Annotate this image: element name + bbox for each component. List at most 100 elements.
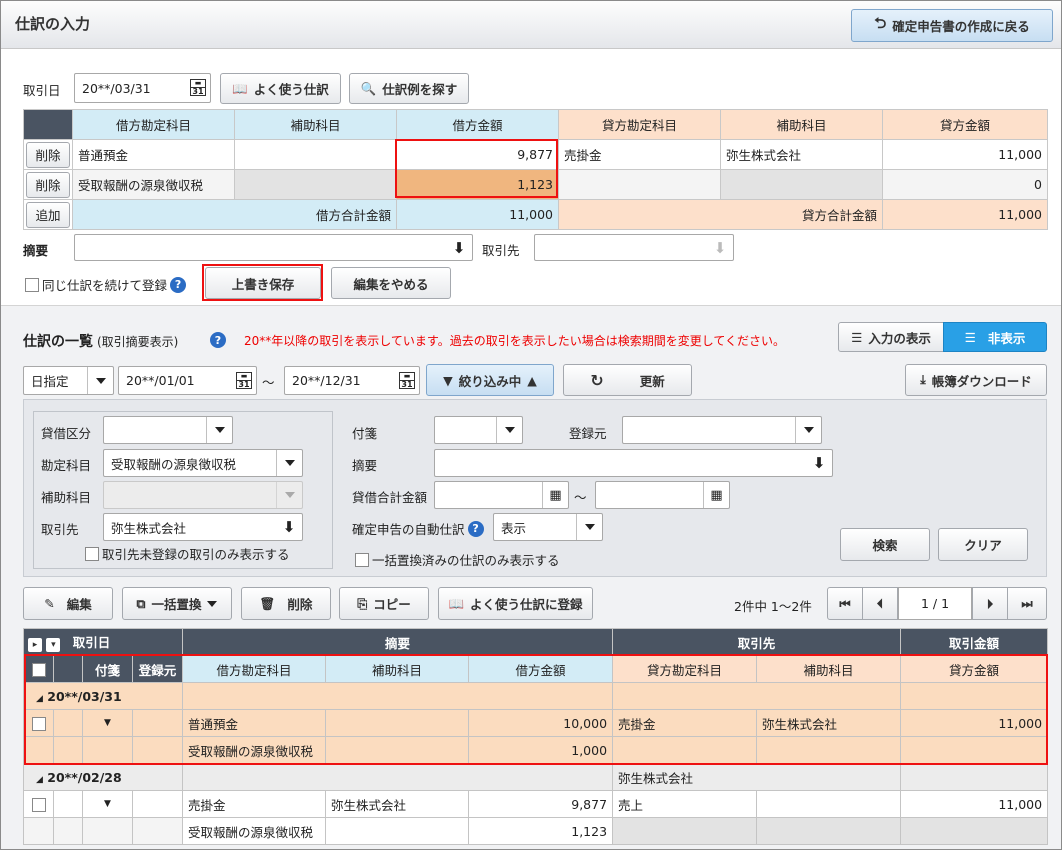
calculator-icon[interactable]: ▦ (703, 482, 729, 508)
list-header-source: 登録元 (131, 655, 184, 683)
expand-icon[interactable]: ▸ (28, 638, 42, 652)
list-header-partner: 取引先 (612, 628, 902, 656)
credit-sub-cell[interactable]: 弥生株式会社 (720, 139, 883, 170)
table-row[interactable]: ▼ 普通預金 10,000 売掛金 弥生株式会社 11,000 (23, 709, 1049, 737)
last-page-button[interactable]: ⏭ (1007, 587, 1047, 620)
tag-dropdown-icon[interactable]: ▼ (82, 709, 133, 737)
period-mode-select[interactable]: 日指定 (23, 366, 114, 395)
partner-dropdown-icon[interactable]: ⬇ (707, 235, 733, 260)
memo-dropdown-icon[interactable]: ⬇ (806, 450, 832, 476)
date-to-input[interactable]: 20**/12/31 ▬ 31 (284, 366, 420, 395)
total-to-input[interactable]: ▦ (595, 481, 730, 509)
add-row-button[interactable]: 追加 (26, 201, 70, 228)
overwrite-save-button[interactable]: 上書き保存 (205, 267, 321, 299)
refresh-button[interactable]: ↻ 更新 (563, 364, 692, 396)
calendar-icon[interactable]: ▬ 31 (236, 372, 252, 389)
memo-input[interactable]: ⬇ (74, 234, 473, 261)
row-select-cell[interactable] (23, 790, 54, 818)
tag-cell (82, 736, 133, 764)
collapse-icon[interactable]: ▾ (46, 638, 61, 652)
memo-label: 摘要 (23, 243, 49, 258)
pagination-count: 2件中 1～2件 (734, 599, 812, 614)
edit-button[interactable]: ✎ 編集 (23, 587, 113, 620)
dc-label: 貸借区分 (41, 426, 92, 441)
select-all-cell[interactable] (23, 655, 54, 683)
bulk-replace-button[interactable]: ⧉ 一括置換 (122, 587, 232, 620)
credit-amount-cell[interactable]: 0 (882, 169, 1048, 200)
debit-account-cell[interactable]: 普通預金 (72, 139, 235, 170)
tag-dropdown-icon[interactable]: ▼ (82, 790, 133, 818)
bulk-replaced-option[interactable]: 一括置換済みの仕訳のみ表示する (355, 550, 560, 569)
row-checkbox[interactable] (31, 797, 46, 812)
list-help-icon[interactable]: ? (210, 332, 226, 348)
select-all-checkbox[interactable] (31, 662, 46, 677)
credit-account-cell[interactable]: 売掛金 (558, 139, 721, 170)
credit-amount-cell[interactable]: 11,000 (882, 139, 1048, 170)
table-row[interactable]: 受取報酬の源泉徴収税 1,000 (23, 736, 1049, 764)
filter-memo-input[interactable]: ⬇ (434, 449, 833, 477)
dc-select[interactable] (103, 416, 233, 444)
tag-select[interactable] (434, 416, 523, 444)
hide-entry-toggle[interactable]: ☰ 非表示 (943, 322, 1047, 352)
auto-journal-select[interactable]: 表示 (493, 513, 603, 541)
show-entry-toggle[interactable]: ☰ 入力の表示 (838, 322, 944, 352)
cancel-edit-button[interactable]: 編集をやめる (331, 267, 451, 299)
partner-input[interactable]: ⬇ (534, 234, 734, 261)
debit-amount-cell[interactable]: 9,877 (396, 139, 559, 170)
list-icon: ☰ (851, 329, 863, 345)
chevron-down-icon (207, 600, 218, 607)
calculator-icon[interactable]: ▦ (542, 482, 568, 508)
unregistered-only-option[interactable]: 取引先未登録の取引のみ表示する (85, 544, 290, 563)
row-blank (53, 709, 83, 737)
debit-amount-cell[interactable]: 1,123 (396, 169, 559, 200)
continue-checkbox[interactable] (25, 277, 39, 292)
date-input[interactable]: 20**/03/31 ▬ 31 (74, 73, 211, 103)
debit-account-cell[interactable]: 受取報酬の源泉徴収税 (72, 169, 235, 200)
collapse-triangle-icon[interactable]: ◢ (36, 775, 43, 785)
copy-button[interactable]: ⎘ コピー (339, 587, 429, 620)
clear-button[interactable]: クリア (938, 528, 1028, 561)
table-row[interactable]: ▼ 売掛金 弥生株式会社 9,877 売上 11,000 (23, 790, 1049, 818)
credit-total-value: 11,000 (882, 199, 1048, 230)
total-from-input[interactable]: ▦ (434, 481, 569, 509)
unregistered-checkbox[interactable] (85, 546, 99, 561)
delete-row-button[interactable]: 削除 (26, 171, 70, 198)
partner-dropdown-icon[interactable]: ⬇ (276, 514, 302, 540)
calendar-icon[interactable]: ▬ 31 (399, 372, 415, 389)
memo-dropdown-icon[interactable]: ⬇ (446, 235, 472, 260)
frequent-journal-button[interactable]: 📖 よく使う仕訳 (220, 73, 341, 104)
prev-page-button[interactable]: ⏴ (862, 587, 898, 620)
auto-help-icon[interactable]: ? (467, 520, 484, 537)
date-group-row[interactable]: ◢ 20**/02/28 弥生株式会社 (22, 763, 1049, 791)
entry-header-debit-sub: 補助科目 (234, 109, 397, 140)
download-ledger-button[interactable]: ⤓ 帳簿ダウンロード (905, 364, 1047, 396)
row-select-cell[interactable] (23, 709, 54, 737)
delete-button[interactable]: 🗑 削除 (241, 587, 331, 620)
table-row[interactable]: 受取報酬の源泉徴収税 1,123 (23, 817, 1049, 845)
source-cell (131, 790, 184, 818)
credit-account-cell[interactable] (558, 169, 721, 200)
account-select[interactable]: 受取報酬の源泉徴収税 (103, 449, 303, 477)
source-select[interactable] (622, 416, 822, 444)
continue-register-option[interactable]: 同じ仕訳を続けて登録 ? (25, 275, 187, 294)
help-icon[interactable]: ? (170, 276, 187, 293)
bulk-replaced-checkbox[interactable] (355, 552, 369, 567)
back-to-tax-return-button[interactable]: ⮌ 確定申告書の作成に戻る (851, 9, 1053, 42)
filter-partner-input[interactable]: 弥生株式会社 ⬇ (103, 513, 303, 541)
filter-toggle-button[interactable]: ▼ 絞り込み中 ▲ (426, 364, 554, 396)
debit-sub-cell[interactable] (234, 139, 397, 170)
search-example-button[interactable]: 🔍 仕訳例を探す (349, 73, 469, 104)
calendar-icon[interactable]: ▬ 31 (190, 79, 206, 96)
date-group-row[interactable]: ◢ 20**/03/31 (22, 682, 1049, 710)
row-checkbox[interactable] (31, 716, 46, 731)
next-page-button[interactable]: ⏵ (972, 587, 1008, 620)
search-button[interactable]: 検索 (840, 528, 930, 561)
collapse-triangle-icon[interactable]: ◢ (36, 694, 43, 704)
chevron-down-icon (206, 417, 232, 443)
date-from-input[interactable]: 20**/01/01 ▬ 31 (118, 366, 257, 395)
source-cell (131, 736, 184, 764)
register-frequent-button[interactable]: 📖 よく使う仕訳に登録 (438, 587, 593, 620)
delete-row-button[interactable]: 削除 (26, 141, 70, 168)
first-page-button[interactable]: ⏮ (827, 587, 863, 620)
page-indicator[interactable]: 1 / 1 (898, 587, 972, 620)
